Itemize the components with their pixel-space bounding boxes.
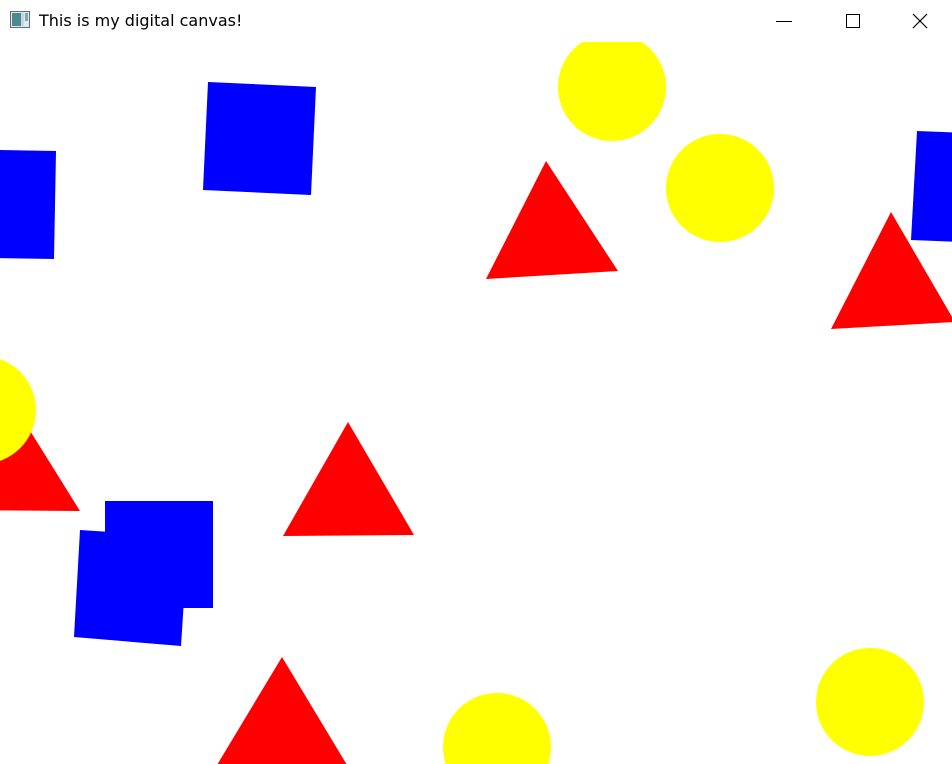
blue-square-top	[203, 82, 316, 195]
red-triangle-top	[486, 161, 618, 279]
blue-square-lower-front	[74, 530, 188, 646]
yellow-circle-top	[558, 42, 666, 141]
red-triangle-bottom	[217, 657, 347, 764]
blue-square-left	[0, 150, 56, 259]
minimize-button[interactable]	[749, 0, 819, 42]
window-title: This is my digital canvas!	[39, 11, 243, 30]
canvas-shapes	[0, 42, 952, 764]
app-window: This is my digital canvas!	[0, 0, 952, 764]
yellow-circle-mid	[666, 134, 774, 242]
minimize-icon	[776, 13, 792, 29]
blue-square-right	[911, 131, 952, 242]
close-icon	[912, 13, 928, 29]
close-button[interactable]	[888, 0, 952, 42]
maximize-icon	[845, 13, 861, 29]
maximize-button[interactable]	[818, 0, 888, 42]
red-triangle-center	[283, 422, 414, 536]
drawing-canvas[interactable]	[0, 42, 952, 764]
yellow-circle-bottom-right	[816, 648, 924, 756]
app-window-icon	[10, 11, 30, 28]
title-bar[interactable]: This is my digital canvas!	[0, 0, 952, 42]
yellow-circle-bottom	[443, 693, 551, 764]
